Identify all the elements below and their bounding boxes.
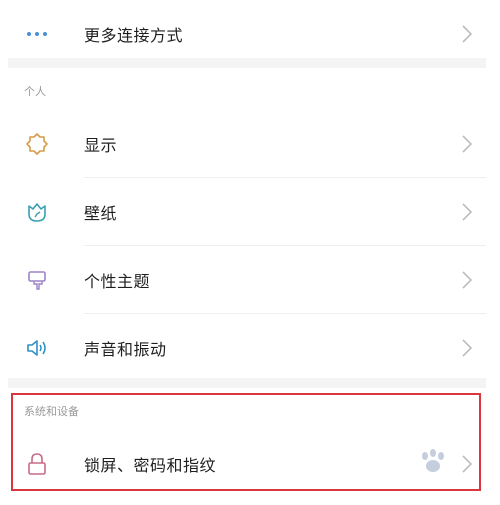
chevron-right-icon [460,133,474,155]
more-connections-label: 更多连接方式 [84,25,184,45]
wallpaper-label: 壁纸 [84,203,118,223]
themes-row[interactable]: 个性主题 [8,246,486,313]
display-label: 显示 [84,135,118,155]
sound-vibration-row[interactable]: 声音和振动 [8,314,486,381]
sound-vibration-label: 声音和振动 [84,339,167,359]
flower-icon [24,199,50,225]
chevron-right-icon [460,453,474,475]
display-row[interactable]: 显示 [8,110,486,177]
wallpaper-row[interactable]: 壁纸 [8,178,486,245]
section-header-personal: 个人 [24,85,46,98]
chevron-right-icon [460,269,474,291]
lock-screen-password-fingerprint-row[interactable]: 锁屏、密码和指纹 [8,430,486,497]
chevron-right-icon [460,337,474,359]
chevron-right-icon [460,23,474,45]
sun-icon [24,131,50,157]
section-gap [8,378,486,388]
more-dots-icon [24,21,50,47]
brush-icon [24,267,50,293]
more-connections-row[interactable]: 更多连接方式 [8,0,486,67]
themes-label: 个性主题 [84,271,151,291]
speaker-icon [24,335,50,361]
section-header-system-device: 系统和设备 [24,405,79,418]
section-gap [8,58,486,68]
lock-screen-label: 锁屏、密码和指纹 [84,455,217,475]
settings-screen: 更多连接方式 个人 显示 壁纸 个性主题 声音和振动 系统和设备 锁屏、密码和指… [8,0,486,505]
lock-icon [24,451,50,477]
chevron-right-icon [460,201,474,223]
